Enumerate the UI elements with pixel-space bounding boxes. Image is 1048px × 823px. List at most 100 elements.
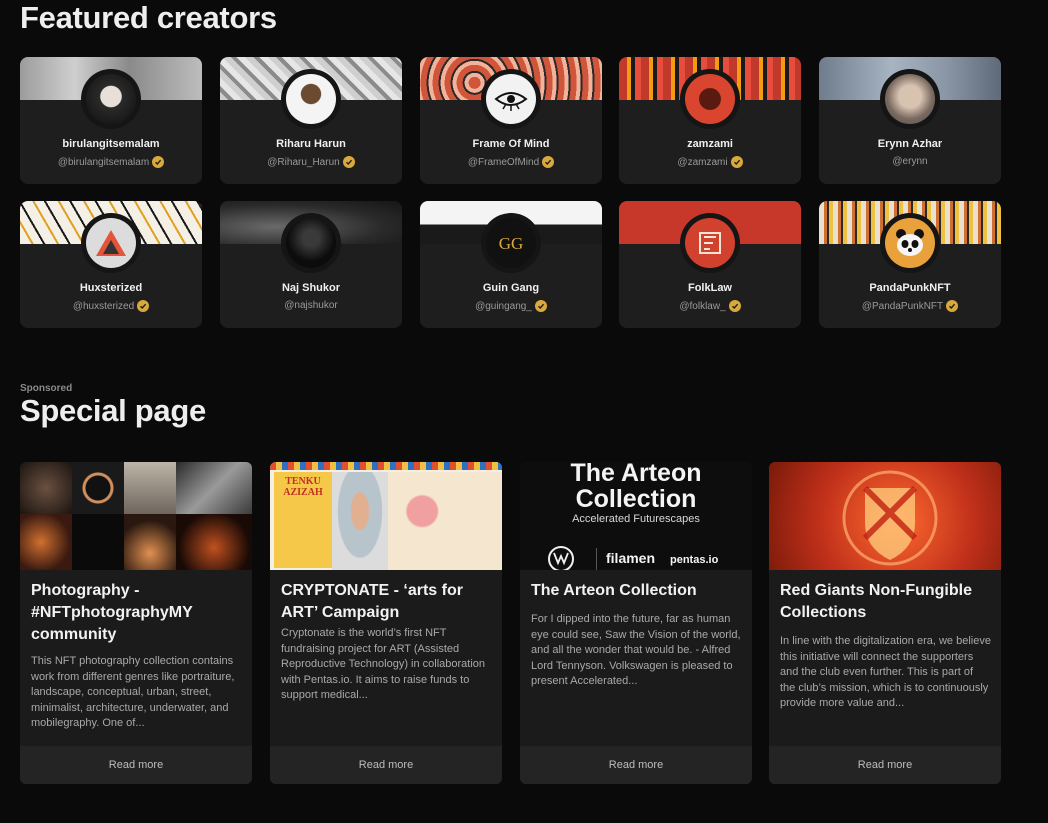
creator-card-zamzami[interactable]: zamzami @zamzami — [619, 57, 801, 184]
featured-creators-heading: Featured creators — [20, 0, 277, 35]
creator-handle-row: @Riharu_Harun — [220, 156, 402, 168]
creator-name: birulangitsemalam — [62, 138, 160, 150]
special-card-image: TENKU AZIZAH — [270, 462, 502, 570]
panda-avatar-icon — [885, 218, 935, 268]
creator-card-frame-of-mind[interactable]: Frame Of Mind @FrameOfMind — [420, 57, 602, 184]
creator-avatar — [680, 69, 740, 129]
read-more-button[interactable]: Read more — [520, 746, 752, 784]
special-card-red-giants[interactable]: Red Giants Non-Fungible Collections In l… — [769, 462, 1001, 784]
creator-name: Guin Gang — [482, 282, 540, 294]
creator-name: Riharu Harun — [276, 138, 346, 150]
creator-handle-row: @erynn — [819, 156, 1001, 167]
creator-card-folklaw[interactable]: FolkLaw @folklaw_ — [619, 201, 801, 328]
creator-card-guin-gang[interactable]: GG Guin Gang @guingang_ — [420, 201, 602, 328]
creator-card-erynn-azhar[interactable]: Erynn Azhar @erynn — [819, 57, 1001, 184]
creator-name: Frame Of Mind — [472, 138, 550, 150]
image-heading-line2: AZIZAH — [283, 487, 323, 498]
special-card-title: CRYPTONATE - ‘arts for ART’ Campaign — [281, 582, 463, 621]
creator-avatar — [481, 69, 541, 129]
image-heading-line1: The Arteon — [570, 462, 702, 487]
verified-badge-icon — [542, 156, 555, 168]
special-card-description: For I dipped into the future, far as hum… — [531, 613, 741, 688]
special-card-description: This NFT photography collection contains… — [31, 655, 235, 730]
pentas-logo-text: pentas.io — [670, 554, 719, 566]
verified-badge-icon — [534, 300, 547, 312]
creator-name: Huxsterized — [79, 282, 143, 294]
creator-handle-row: @FrameOfMind — [420, 156, 602, 168]
creator-avatar: GG — [481, 213, 541, 273]
image-subheading: Accelerated Futurescapes — [572, 513, 700, 525]
creator-handle: @folklaw_ — [679, 300, 726, 312]
creator-handle: @guingang_ — [475, 300, 532, 312]
verified-badge-icon — [137, 300, 150, 312]
eye-logo-icon — [486, 74, 536, 124]
portrait-avatar-icon — [86, 74, 136, 124]
creator-card-naj-shukor[interactable]: Naj Shukor @najshukor — [220, 201, 402, 328]
special-card-description: In line with the digitalization era, we … — [780, 635, 991, 710]
creator-name: PandaPunkNFT — [869, 282, 951, 294]
creator-avatar — [680, 213, 740, 273]
creator-card-riharu-harun[interactable]: Riharu Harun @Riharu_Harun — [220, 57, 402, 184]
creator-handle-row: @huxsterized — [20, 300, 202, 312]
special-card-description: Cryptonate is the world’s first NFT fund… — [281, 627, 486, 702]
verified-badge-icon — [342, 156, 355, 168]
verified-badge-icon — [728, 300, 741, 312]
read-more-button[interactable]: Read more — [769, 746, 1001, 784]
geometric-logo-icon — [86, 218, 136, 268]
gg-logo-icon: GG — [486, 218, 536, 268]
creator-name: zamzami — [687, 138, 733, 150]
creator-name: Naj Shukor — [281, 282, 341, 294]
special-card-arteon[interactable]: The Arteon Collection Accelerated Future… — [520, 462, 752, 784]
special-card-image: The Arteon Collection Accelerated Future… — [520, 462, 752, 570]
creator-handle: @erynn — [892, 156, 928, 167]
creator-handle-row: @guingang_ — [420, 300, 602, 312]
creator-avatar — [281, 213, 341, 273]
special-card-cryptonate[interactable]: TENKU AZIZAH CRYPTONATE - ‘arts for ART’… — [270, 462, 502, 784]
read-more-button[interactable]: Read more — [20, 746, 252, 784]
creator-handle-row: @folklaw_ — [619, 300, 801, 312]
creator-card-birulangitsemalam[interactable]: birulangitsemalam @birulangitsemalam — [20, 57, 202, 184]
creator-handle-row: @birulangitsemalam — [20, 156, 202, 168]
special-card-image — [769, 462, 1001, 570]
verified-badge-icon — [946, 300, 959, 312]
special-card-title: Red Giants Non-Fungible Collections — [780, 582, 972, 621]
creator-avatar — [880, 69, 940, 129]
creator-handle: @huxsterized — [72, 300, 135, 312]
club-crest-icon — [842, 470, 938, 566]
illustrated-face-icon — [685, 74, 735, 124]
verified-badge-icon — [730, 156, 743, 168]
volkswagen-logo-icon — [548, 546, 574, 570]
image-heading-line2: Collection — [575, 485, 697, 513]
creator-name: FolkLaw — [687, 282, 732, 294]
svg-text:GG: GG — [499, 234, 524, 253]
creator-handle: @zamzami — [677, 156, 728, 168]
creator-handle-row: @zamzami — [619, 156, 801, 168]
creator-handle-row: @PandaPunkNFT — [819, 300, 1001, 312]
creator-handle: @PandaPunkNFT — [861, 300, 944, 312]
creator-avatar — [81, 213, 141, 273]
creator-avatar — [880, 213, 940, 273]
special-card-image — [20, 462, 252, 570]
folklaw-logo-icon — [685, 218, 735, 268]
creator-handle: @birulangitsemalam — [57, 156, 150, 168]
creator-name: Erynn Azhar — [877, 138, 943, 150]
creator-handle: @Riharu_Harun — [267, 156, 340, 168]
creator-avatar — [281, 69, 341, 129]
filamen-logo-text: filamen — [606, 550, 656, 566]
portrait-avatar-icon — [286, 218, 336, 268]
portrait-avatar-icon — [286, 74, 336, 124]
creator-card-huxsterized[interactable]: Huxsterized @huxsterized — [20, 201, 202, 328]
read-more-button[interactable]: Read more — [270, 746, 502, 784]
creator-handle: @najshukor — [284, 300, 338, 311]
special-card-title: Photography - #NFTphotographyMY communit… — [31, 582, 193, 643]
special-card-photography[interactable]: Photography - #NFTphotographyMY communit… — [20, 462, 252, 784]
creator-handle: @FrameOfMind — [467, 156, 540, 168]
creator-handle-row: @najshukor — [220, 300, 402, 311]
creator-card-pandapunknft[interactable]: PandaPunkNFT @PandaPunkNFT — [819, 201, 1001, 328]
special-card-title: The Arteon Collection — [531, 582, 697, 599]
creator-avatar — [81, 69, 141, 129]
verified-badge-icon — [152, 156, 165, 168]
image-heading-line1: TENKU — [285, 476, 321, 487]
special-page-heading: Special page — [20, 393, 206, 428]
portrait-avatar-icon — [885, 74, 935, 124]
